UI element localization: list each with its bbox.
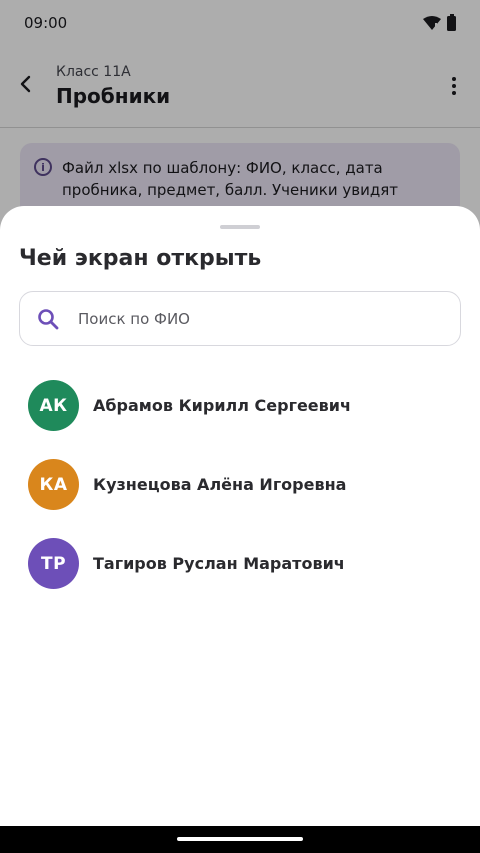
- avatar-initials: КА: [39, 474, 68, 495]
- bottom-sheet: Чей экран открыть АК Абрамов Кирилл Серг…: [0, 206, 480, 826]
- student-name: Абрамов Кирилл Сергеевич: [93, 396, 351, 415]
- search-icon: [38, 309, 59, 330]
- student-list: АК Абрамов Кирилл Сергеевич КА Кузнецова…: [0, 366, 480, 603]
- avatar-initials: ТР: [40, 553, 67, 574]
- drag-handle[interactable]: [220, 225, 260, 229]
- home-gesture-handle[interactable]: [177, 837, 303, 841]
- sheet-title: Чей экран открыть: [19, 246, 262, 271]
- avatar: АК: [28, 380, 79, 431]
- student-name: Тагиров Руслан Маратович: [93, 554, 345, 573]
- search-input[interactable]: [78, 292, 448, 345]
- student-row[interactable]: АК Абрамов Кирилл Сергеевич: [0, 366, 480, 445]
- student-row[interactable]: ТР Тагиров Руслан Маратович: [0, 524, 480, 603]
- search-field[interactable]: [19, 291, 461, 346]
- avatar: КА: [28, 459, 79, 510]
- avatar: ТР: [28, 538, 79, 589]
- gesture-nav-bar: [0, 826, 480, 853]
- student-row[interactable]: КА Кузнецова Алёна Игоревна: [0, 445, 480, 524]
- avatar-initials: АК: [39, 395, 68, 416]
- student-name: Кузнецова Алёна Игоревна: [93, 475, 347, 494]
